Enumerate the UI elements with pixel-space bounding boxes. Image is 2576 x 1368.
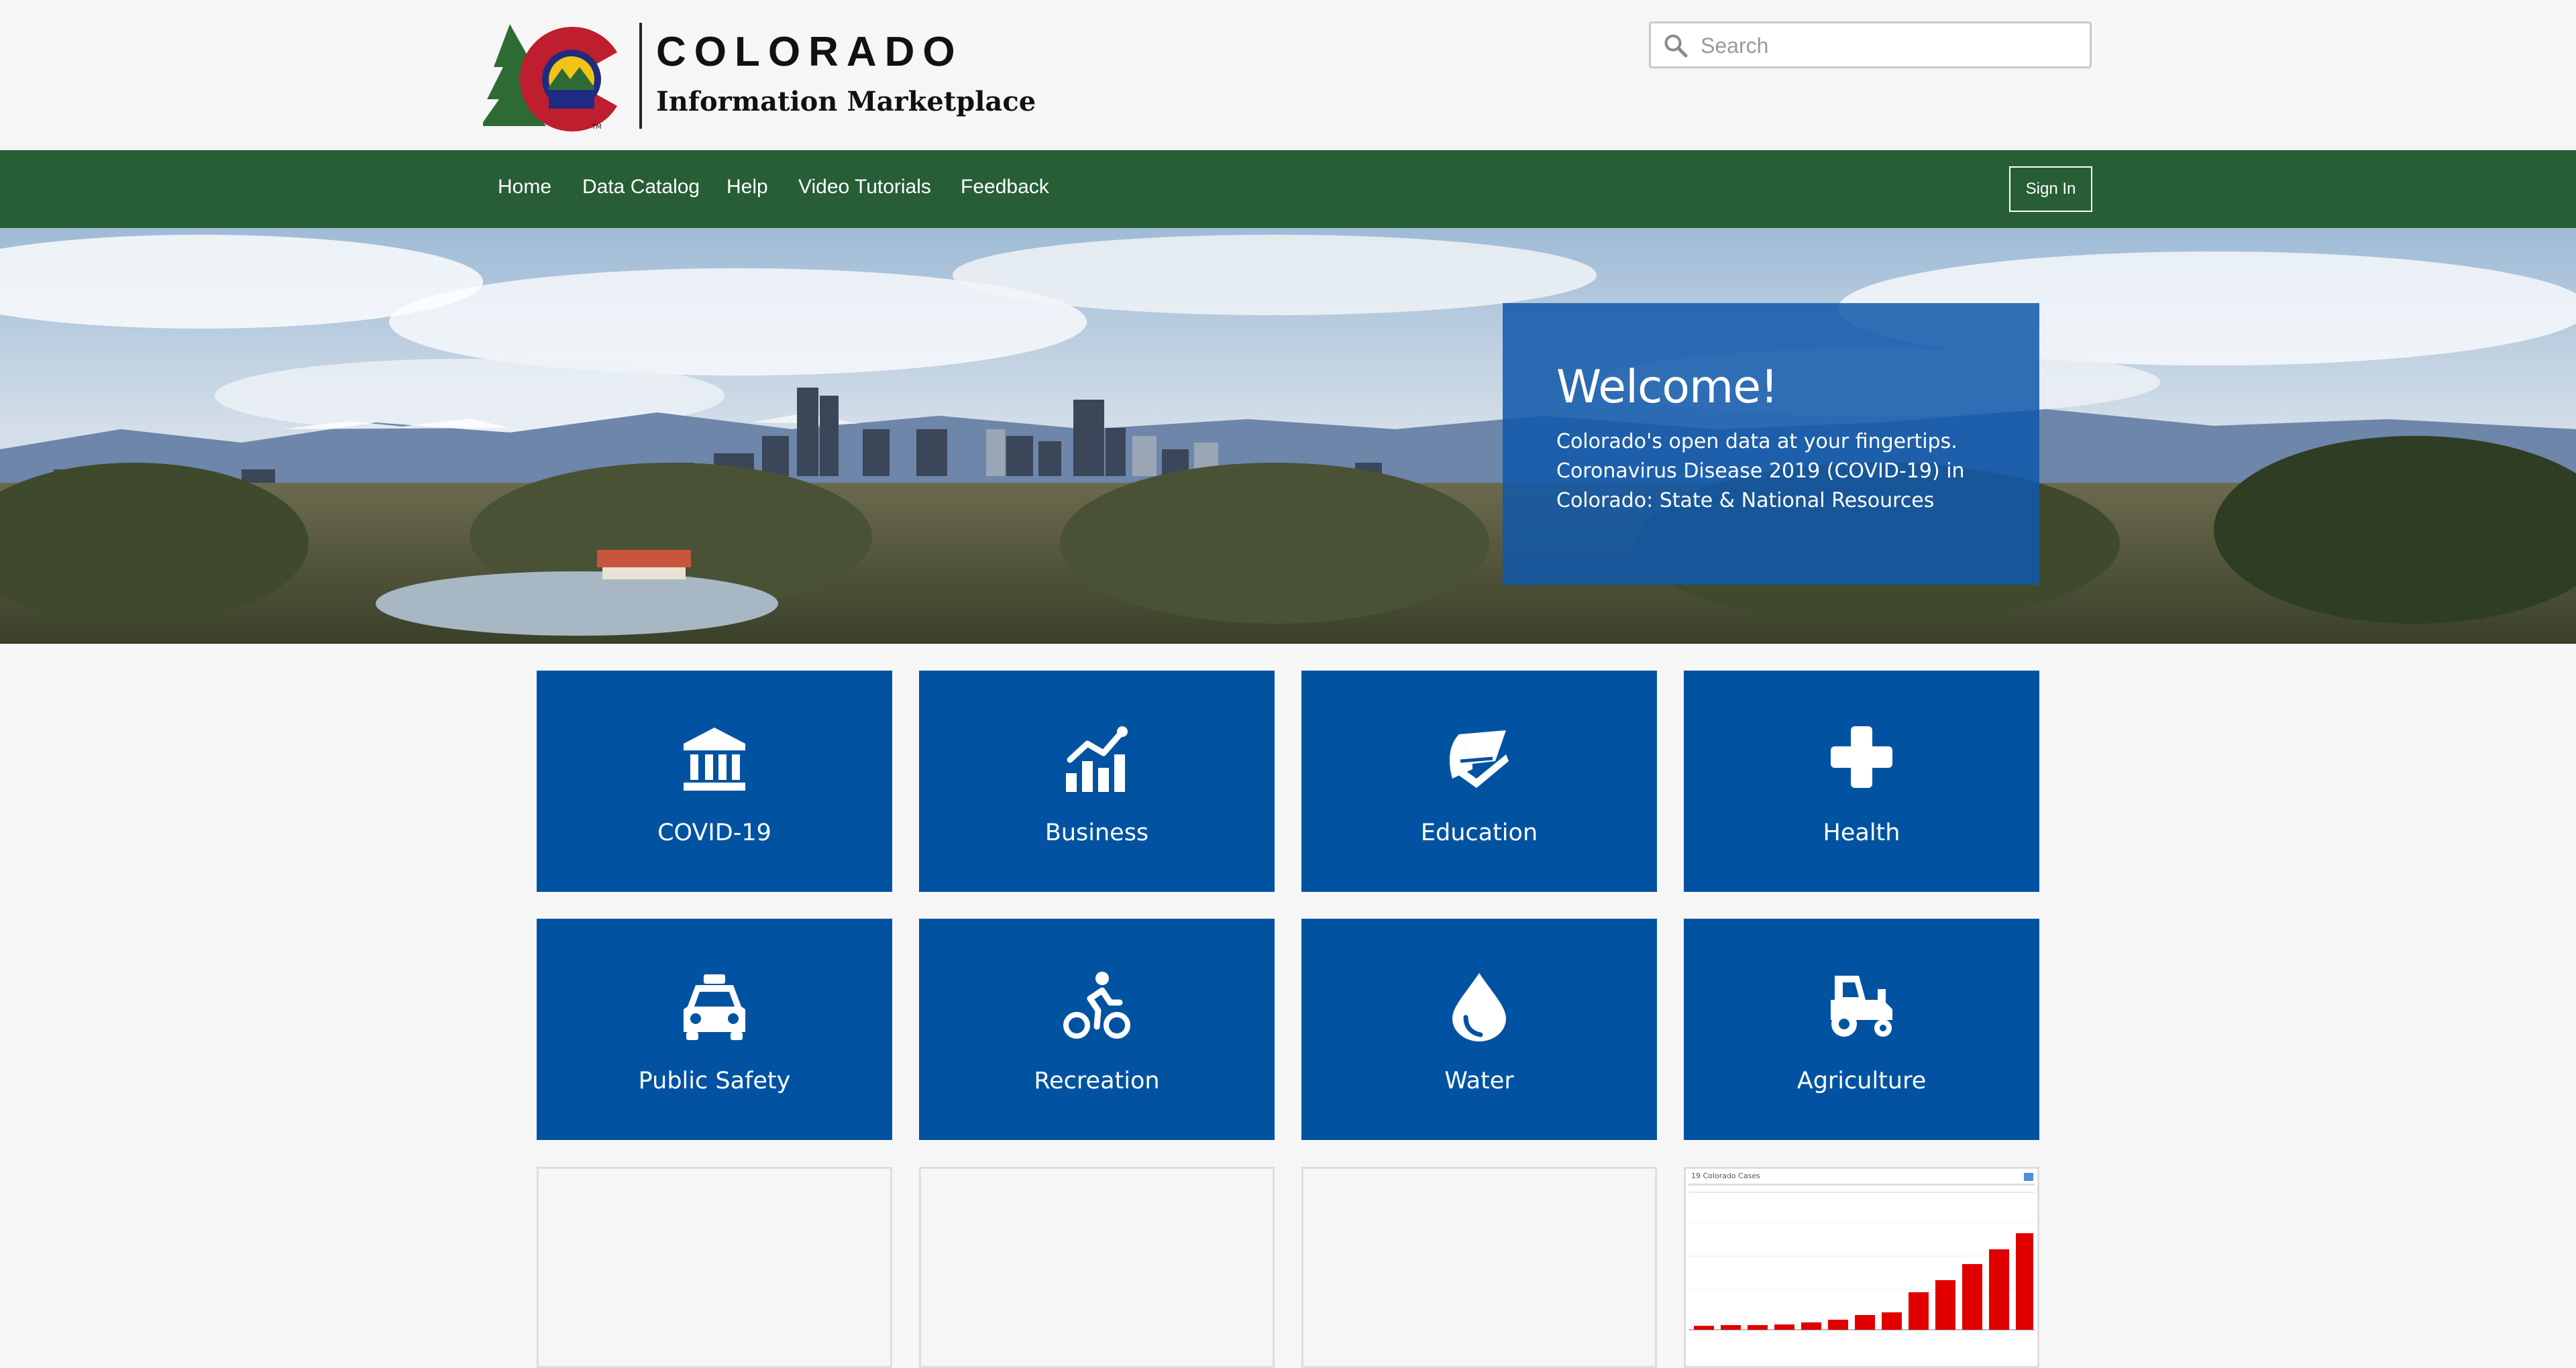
sign-in-button[interactable]: Sign In <box>2009 166 2092 212</box>
chart-line-icon <box>1066 726 1128 792</box>
tile-label: Education <box>1420 819 1538 846</box>
nav-home[interactable]: Home <box>498 176 551 198</box>
category-tile-covid-19[interactable]: COVID-19 <box>537 671 892 892</box>
search-input[interactable] <box>1699 23 2084 68</box>
search-box[interactable] <box>1649 21 2092 68</box>
covid-cases-chart-thumbnail <box>1688 1173 2035 1330</box>
colorado-logo[interactable]: TM COLORADO Information Marketplace <box>483 20 1036 134</box>
featured-card-covid-dashboard[interactable]: 19 Colorado Cases <box>1684 1167 2039 1368</box>
tile-label: Agriculture <box>1796 1068 1927 1094</box>
search-icon <box>1664 34 1688 58</box>
site-header: TM COLORADO Information Marketplace <box>0 0 2576 150</box>
category-tile-water[interactable]: Water <box>1301 919 1657 1140</box>
welcome-title: Welcome! <box>1556 361 1778 414</box>
nav-video-tutorials[interactable]: Video Tutorials <box>798 176 931 198</box>
bicycle-icon <box>1063 972 1130 1039</box>
denver-skyline-image <box>0 228 2576 644</box>
category-tile-public-safety[interactable]: Public Safety <box>537 919 892 1140</box>
category-tile-agriculture[interactable]: Agriculture <box>1684 919 2039 1140</box>
nav-feedback[interactable]: Feedback <box>961 176 1049 198</box>
svg-text:TM: TM <box>591 123 602 131</box>
logo-title: COLORADO <box>656 29 963 75</box>
droplet-icon <box>1452 973 1506 1041</box>
tile-label: Business <box>1044 819 1149 846</box>
logo-subtitle: Information Marketplace <box>656 86 1036 117</box>
tile-label: Recreation <box>1034 1068 1160 1094</box>
tile-label: Public Safety <box>638 1068 791 1094</box>
tile-label: COVID-19 <box>657 819 771 846</box>
bank-icon <box>684 728 745 791</box>
category-tile-health[interactable]: Health <box>1684 671 2039 892</box>
taxi-icon <box>684 974 745 1040</box>
featured-card-1[interactable] <box>537 1167 892 1368</box>
tile-label: Health <box>1823 819 1900 846</box>
category-tile-recreation[interactable]: Recreation <box>919 919 1275 1140</box>
category-tile-business[interactable]: Business <box>919 671 1275 892</box>
featured-card-3[interactable] <box>1301 1167 1657 1368</box>
category-tile-education[interactable]: Education <box>1301 671 1657 892</box>
featured-card-2[interactable] <box>919 1167 1275 1368</box>
plus-icon <box>1831 726 1892 788</box>
nav-data-catalog[interactable]: Data Catalog <box>582 176 700 198</box>
main-nav: Home Data Catalog Help Video Tutorials F… <box>0 150 2576 228</box>
colorado-c-logo-icon: TM <box>483 24 617 131</box>
welcome-panel: Welcome! Colorado's open data at your fi… <box>1503 303 2039 585</box>
logo-divider <box>639 23 642 129</box>
hero-banner: Welcome! Colorado's open data at your fi… <box>0 228 2576 644</box>
nav-help[interactable]: Help <box>727 176 768 198</box>
welcome-text[interactable]: Colorado's open data at your fingertips.… <box>1556 427 1986 516</box>
tile-label: Water <box>1444 1068 1514 1094</box>
tractor-icon <box>1831 976 1892 1037</box>
book-icon <box>1449 730 1509 788</box>
